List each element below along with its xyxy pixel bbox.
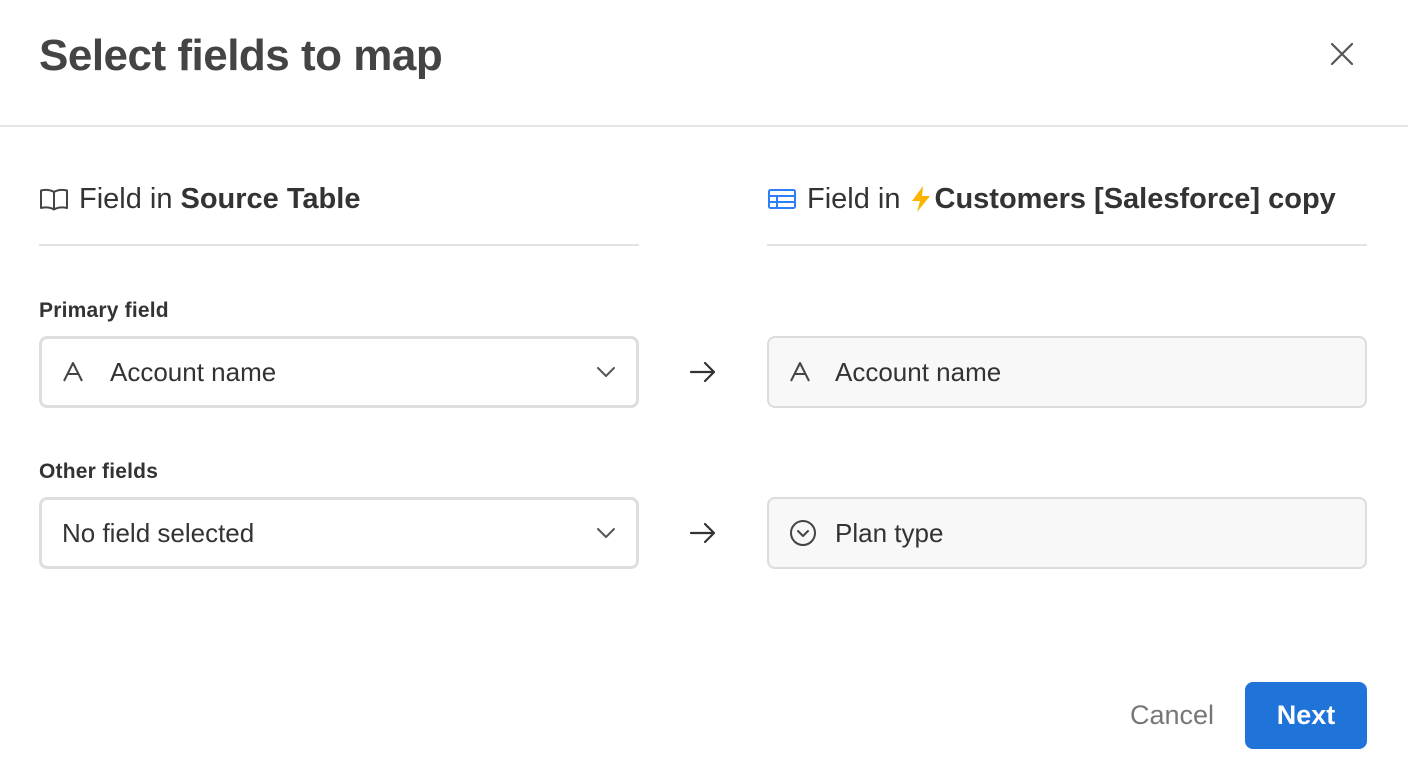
chevron-down-icon — [596, 366, 616, 378]
primary-field-target: Account name — [767, 336, 1367, 408]
other-field-source-select[interactable]: No field selected — [39, 497, 639, 569]
other-field-target-value: Plan type — [835, 517, 944, 548]
primary-field-target-value: Account name — [835, 356, 1002, 387]
source-table-name: Source Table — [180, 182, 361, 215]
dialog-header: Select fields to map — [0, 0, 1408, 127]
source-header-prefix: Field in — [79, 182, 173, 215]
target-table-name: Customers [Salesforce] copy — [934, 182, 1336, 215]
target-column-header: Field in Customers [Salesforce] copy — [767, 170, 1367, 246]
arrow-right-icon — [688, 357, 718, 387]
target-header-prefix: Field in — [807, 182, 901, 215]
close-button[interactable] — [1322, 34, 1362, 74]
cancel-button[interactable]: Cancel — [1112, 682, 1232, 748]
book-icon — [39, 187, 69, 211]
single-select-icon — [789, 519, 819, 547]
other-fields-label: Other fields — [39, 460, 159, 483]
text-field-icon — [789, 361, 819, 383]
arrow-right-icon — [688, 518, 718, 548]
chevron-down-icon — [596, 527, 616, 539]
lightning-bolt-icon — [909, 184, 933, 214]
other-field-source-value: No field selected — [62, 517, 255, 548]
select-fields-dialog: Select fields to map Field in Source Tab… — [0, 0, 1408, 772]
primary-field-source-select[interactable]: Account name — [39, 336, 639, 408]
grid-table-icon — [767, 187, 797, 211]
close-icon — [1330, 42, 1354, 66]
dialog-title: Select fields to map — [39, 31, 443, 80]
other-field-target: Plan type — [767, 497, 1367, 569]
source-column-header: Field in Source Table — [39, 170, 639, 246]
primary-field-source-value: Account name — [110, 356, 277, 387]
primary-field-label: Primary field — [39, 299, 169, 322]
text-field-icon — [62, 361, 92, 383]
next-button[interactable]: Next — [1245, 682, 1367, 749]
